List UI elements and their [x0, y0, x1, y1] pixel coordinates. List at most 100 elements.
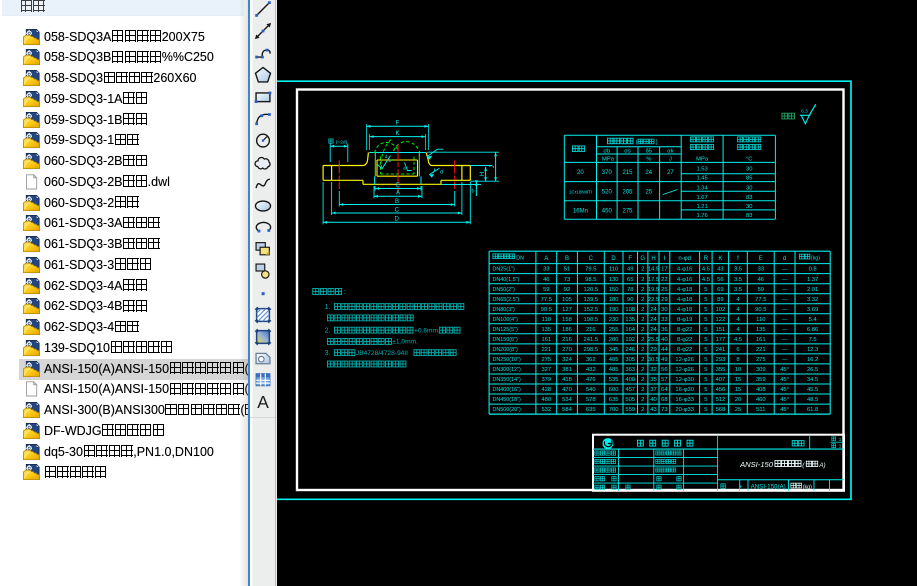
svg-text:MPa: MPa [602, 157, 615, 163]
svg-text:14.5: 14.5 [648, 267, 659, 273]
svg-text:DN500(20"): DN500(20") [493, 407, 521, 413]
svg-text:305: 305 [625, 357, 635, 363]
svg-text:DN50(2"): DN50(2") [493, 287, 515, 293]
svg-text:355: 355 [716, 367, 726, 373]
svg-text:4: 4 [736, 317, 740, 323]
svg-text:5: 5 [704, 397, 707, 403]
svg-text:24: 24 [650, 317, 657, 323]
svg-text:12-φ26: 12-φ26 [675, 357, 694, 363]
svg-text:90.5: 90.5 [755, 307, 766, 313]
svg-text:A: A [544, 256, 548, 262]
svg-text:505: 505 [625, 397, 635, 403]
svg-text:293: 293 [716, 357, 726, 363]
svg-text:d: d [783, 256, 786, 262]
svg-text:12-φ26: 12-φ26 [675, 367, 694, 373]
svg-text:3.5: 3.5 [734, 287, 742, 293]
svg-text:—: — [782, 277, 788, 283]
svg-text:+0.6mm,: +0.6mm, [414, 327, 440, 334]
svg-text:35: 35 [650, 377, 656, 383]
svg-text:8-φ19: 8-φ19 [677, 317, 692, 323]
svg-text:90.5: 90.5 [541, 307, 552, 313]
svg-text:2: 2 [641, 387, 644, 393]
svg-text:12.3: 12.3 [807, 347, 818, 353]
svg-text:190.5: 190.5 [584, 317, 599, 323]
svg-text:485: 485 [609, 367, 619, 373]
svg-text:DN65(2.5"): DN65(2.5") [493, 297, 520, 303]
svg-text:5: 5 [704, 387, 707, 393]
svg-text:—: — [782, 357, 788, 363]
svg-text:540: 540 [586, 387, 596, 393]
svg-text:1.34: 1.34 [696, 185, 708, 191]
svg-text:2.: 2. [325, 327, 331, 334]
svg-text:4.5: 4.5 [734, 337, 742, 343]
svg-text:59: 59 [758, 287, 764, 293]
svg-text:532: 532 [541, 407, 551, 413]
svg-text:30: 30 [746, 204, 752, 210]
svg-text:DN400(16"): DN400(16") [493, 387, 521, 393]
svg-text:24: 24 [650, 307, 657, 313]
svg-text:17: 17 [661, 267, 667, 273]
svg-text:5: 5 [704, 367, 707, 373]
svg-text:3.5: 3.5 [734, 267, 742, 273]
svg-text:6.3: 6.3 [801, 108, 808, 113]
svg-text:(=2d): (=2d) [336, 139, 348, 145]
svg-text:ANSI-150: ANSI-150 [739, 460, 774, 469]
svg-text:17.5: 17.5 [648, 277, 659, 283]
svg-text:4-φ16: 4-φ16 [677, 277, 692, 283]
svg-text:10: 10 [735, 367, 741, 373]
svg-text:A): A) [818, 462, 825, 469]
svg-text:20-φ33: 20-φ33 [675, 407, 694, 413]
svg-text:110: 110 [542, 317, 551, 323]
svg-text:2: 2 [641, 407, 644, 413]
svg-text:1.45: 1.45 [696, 176, 707, 182]
svg-text:59: 59 [543, 287, 549, 293]
svg-text:D: D [395, 217, 400, 223]
svg-text:5: 5 [704, 347, 707, 353]
svg-text:135: 135 [756, 327, 766, 333]
svg-text:29: 29 [650, 347, 656, 353]
svg-text:%: % [646, 157, 651, 163]
svg-text:C: C [589, 256, 594, 262]
svg-text:DN80(3"): DN80(3") [493, 307, 515, 313]
svg-text:511: 511 [756, 407, 765, 413]
svg-text:105: 105 [562, 297, 572, 303]
svg-text:3.5: 3.5 [734, 277, 742, 283]
svg-text:36: 36 [661, 327, 667, 333]
svg-text:(: ( [636, 140, 638, 146]
svg-text:56: 56 [661, 367, 667, 373]
svg-text:180: 180 [609, 297, 619, 303]
svg-text:5: 5 [704, 297, 707, 303]
svg-text:49: 49 [627, 267, 633, 273]
svg-text:432: 432 [586, 367, 596, 373]
svg-text:DN200(8"): DN200(8") [493, 347, 518, 353]
svg-text:45°: 45° [780, 377, 789, 383]
svg-text:DN125(5"): DN125(5") [493, 327, 518, 333]
svg-text:K: K [395, 131, 399, 137]
svg-text:25.5: 25.5 [648, 337, 659, 343]
svg-text:19.5: 19.5 [648, 287, 659, 293]
svg-text:—: — [782, 337, 788, 343]
svg-text:7.5: 7.5 [809, 337, 817, 343]
svg-text:2: 2 [641, 287, 644, 293]
svg-text:24: 24 [650, 327, 657, 333]
svg-text:5: 5 [704, 407, 707, 413]
svg-text:0.8: 0.8 [809, 267, 817, 273]
svg-text:161: 161 [541, 337, 551, 343]
svg-text:C: C [395, 207, 400, 213]
svg-text:5: 5 [704, 287, 707, 293]
svg-text:±1.0mm.: ±1.0mm. [392, 339, 418, 346]
svg-text:2: 2 [641, 337, 644, 343]
svg-text:177: 177 [716, 337, 726, 343]
svg-text:298.5: 298.5 [584, 347, 599, 353]
svg-text:512: 512 [716, 397, 726, 403]
svg-text:363: 363 [625, 367, 635, 373]
svg-text:1Cr18Ni9Ti: 1Cr18Ni9Ti [569, 190, 592, 195]
svg-text:2: 2 [641, 297, 644, 303]
svg-text:158: 158 [562, 317, 572, 323]
svg-text:190: 190 [609, 307, 619, 313]
svg-text:30: 30 [661, 307, 667, 313]
svg-text:215: 215 [622, 170, 633, 176]
svg-text:230: 230 [609, 317, 619, 323]
svg-text:98.5: 98.5 [585, 277, 596, 283]
svg-text:DN300(12"): DN300(12") [493, 367, 521, 373]
